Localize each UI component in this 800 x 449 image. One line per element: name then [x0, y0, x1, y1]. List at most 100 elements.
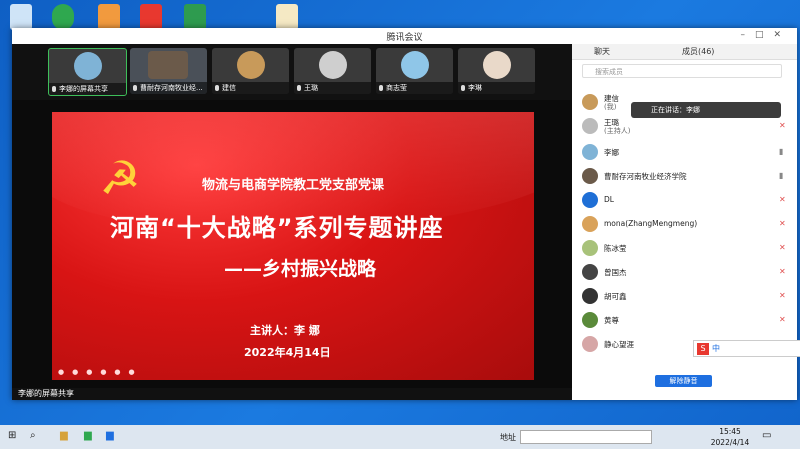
mic-icon [215, 85, 219, 91]
mic-muted-icon[interactable]: ✕ [779, 121, 788, 130]
member-row[interactable]: DL ✕ [580, 190, 790, 212]
tile-name: 王璐 [304, 84, 318, 92]
avatar [582, 144, 598, 160]
presentation-slide: ☭ 物流与电商学院教工党支部党课 河南“十大战略”系列专题讲座 ——乡村振兴战略… [52, 112, 534, 380]
member-note: (我) [604, 103, 617, 111]
document-icon[interactable] [276, 4, 298, 30]
address-input[interactable] [520, 430, 652, 444]
member-row[interactable]: 李娜 ▮ [580, 142, 790, 164]
member-name: 曹耐存河南牧业经济学院 [604, 172, 687, 181]
avatar [582, 336, 598, 352]
avatar [582, 216, 598, 232]
share-status-bar: 李娜的屏幕共享 [12, 388, 572, 400]
slide-date: 2022年4月14日 [244, 346, 331, 359]
share-label: 李娜的屏幕共享 [18, 389, 74, 398]
app-icon[interactable]: ▆ [84, 430, 92, 441]
avatar [483, 51, 511, 79]
mic-muted-icon[interactable]: ✕ [779, 267, 788, 276]
video-tile[interactable]: 曹耐存河南牧业经... [130, 48, 207, 94]
member-name: 黄尊 [604, 316, 619, 325]
member-name: DL [604, 195, 614, 204]
member-name: mona(ZhangMengmeng) [604, 219, 698, 228]
avatar [582, 312, 598, 328]
file-explorer-icon[interactable]: ▆ [60, 430, 68, 441]
avatar [582, 288, 598, 304]
avatar [582, 168, 598, 184]
screen-share-area: ☭ 物流与电商学院教工党支部党课 河南“十大战略”系列专题讲座 ——乡村振兴战略… [12, 100, 572, 388]
notification-icon[interactable]: ▭ [762, 430, 771, 441]
tab-members[interactable]: 成员(46) [682, 46, 714, 57]
mic-icon [133, 85, 137, 91]
avatar [74, 52, 102, 80]
member-row[interactable]: 王璐 (主持人) ✕ [580, 116, 790, 138]
mic-muted-icon[interactable]: ✕ [779, 243, 788, 252]
slide-toolbar[interactable]: ●●●●●● [58, 368, 143, 376]
start-icon[interactable]: ⊞ [8, 430, 16, 441]
mic-icon[interactable]: ▮ [779, 171, 788, 180]
mic-muted-icon[interactable]: ✕ [779, 315, 788, 324]
panel-tabs: 聊天 成员(46) [572, 44, 797, 60]
address-label: 地址 [500, 433, 516, 442]
tile-name: 曹耐存河南牧业经... [140, 84, 203, 92]
wps-icon[interactable] [140, 4, 162, 30]
file-icon[interactable] [98, 4, 120, 30]
speaking-label: 正在讲话：李娜 [651, 106, 700, 114]
member-row[interactable]: 曾国杰 ✕ [580, 262, 790, 284]
mic-icon [297, 85, 301, 91]
video-tile[interactable]: 建信 [212, 48, 289, 94]
avatar [237, 51, 265, 79]
mic-icon[interactable]: ▮ [779, 147, 788, 156]
clock[interactable]: 15:45 2022/4/14 [700, 426, 760, 448]
avatar [582, 192, 598, 208]
window-controls[interactable]: –□✕ [740, 30, 791, 40]
taskbar: ⊞ ⌕ ▆ ▆ ▆ 地址 15:45 2022/4/14 ▭ [0, 425, 800, 449]
tile-name: 李琳 [468, 84, 482, 92]
member-name: 李娜 [604, 148, 619, 157]
party-emblem-icon: ☭ [99, 151, 141, 205]
avatar [582, 264, 598, 280]
mic-muted-icon[interactable]: ✕ [779, 291, 788, 300]
ime-logo-icon: S [697, 343, 709, 355]
member-row[interactable]: 陈冰莹 ✕ [580, 238, 790, 260]
clock-date: 2022/4/14 [710, 438, 750, 447]
unmute-all-button[interactable]: 解除静音 [655, 375, 712, 387]
slide-subtitle: 物流与电商学院教工党支部党课 [202, 178, 385, 193]
slide-speaker: 主讲人：李 娜 [250, 324, 320, 337]
sheet-icon[interactable] [184, 4, 206, 30]
ime-mode[interactable]: 中 [712, 344, 720, 353]
video-tile[interactable]: 商志莹 [376, 48, 453, 94]
video-tile[interactable]: 王璐 [294, 48, 371, 94]
avatar [148, 51, 188, 79]
member-row[interactable]: 黄尊 ✕ [580, 310, 790, 332]
avatar [319, 51, 347, 79]
slide-subtitle-2: ——乡村振兴战略 [224, 258, 377, 280]
app-icon[interactable] [52, 4, 74, 30]
avatar [401, 51, 429, 79]
mic-muted-icon[interactable]: ✕ [779, 219, 788, 228]
meeting-icon[interactable]: ▆ [106, 430, 114, 441]
search-icon[interactable]: ⌕ [30, 430, 36, 441]
mic-muted-icon[interactable]: ✕ [779, 195, 788, 204]
window-title: 腾讯会议 [386, 33, 423, 43]
member-name: 陈冰莹 [604, 244, 627, 253]
member-row[interactable]: 曹耐存河南牧业经济学院 ▮ [580, 166, 790, 188]
video-strip: 李娜的屏幕共享 曹耐存河南牧业经... 建信 王璐 商志莹 李琳 [12, 44, 572, 100]
mic-icon [379, 85, 383, 91]
recycle-bin-icon[interactable] [10, 4, 32, 30]
tile-name: 李娜的屏幕共享 [59, 85, 108, 93]
video-tile[interactable]: 李琳 [458, 48, 535, 94]
speaking-indicator: 正在讲话：李娜 [631, 102, 781, 118]
member-name: 曾国杰 [604, 268, 627, 277]
member-note: (主持人) [604, 127, 631, 135]
tab-chat[interactable]: 聊天 [594, 46, 610, 57]
tile-name: 商志莹 [386, 84, 407, 92]
member-row[interactable]: mona(ZhangMengmeng) ✕ [580, 214, 790, 236]
slide-title: 河南“十大战略”系列专题讲座 [110, 214, 444, 242]
ime-toolbar[interactable]: S中 [693, 340, 800, 357]
mic-icon [461, 85, 465, 91]
video-tile[interactable]: 李娜的屏幕共享 [48, 48, 127, 96]
member-name: 胡可鑫 [604, 292, 627, 301]
member-search-input[interactable]: 搜索成员 [582, 64, 782, 78]
member-row[interactable]: 胡可鑫 ✕ [580, 286, 790, 308]
avatar [582, 240, 598, 256]
